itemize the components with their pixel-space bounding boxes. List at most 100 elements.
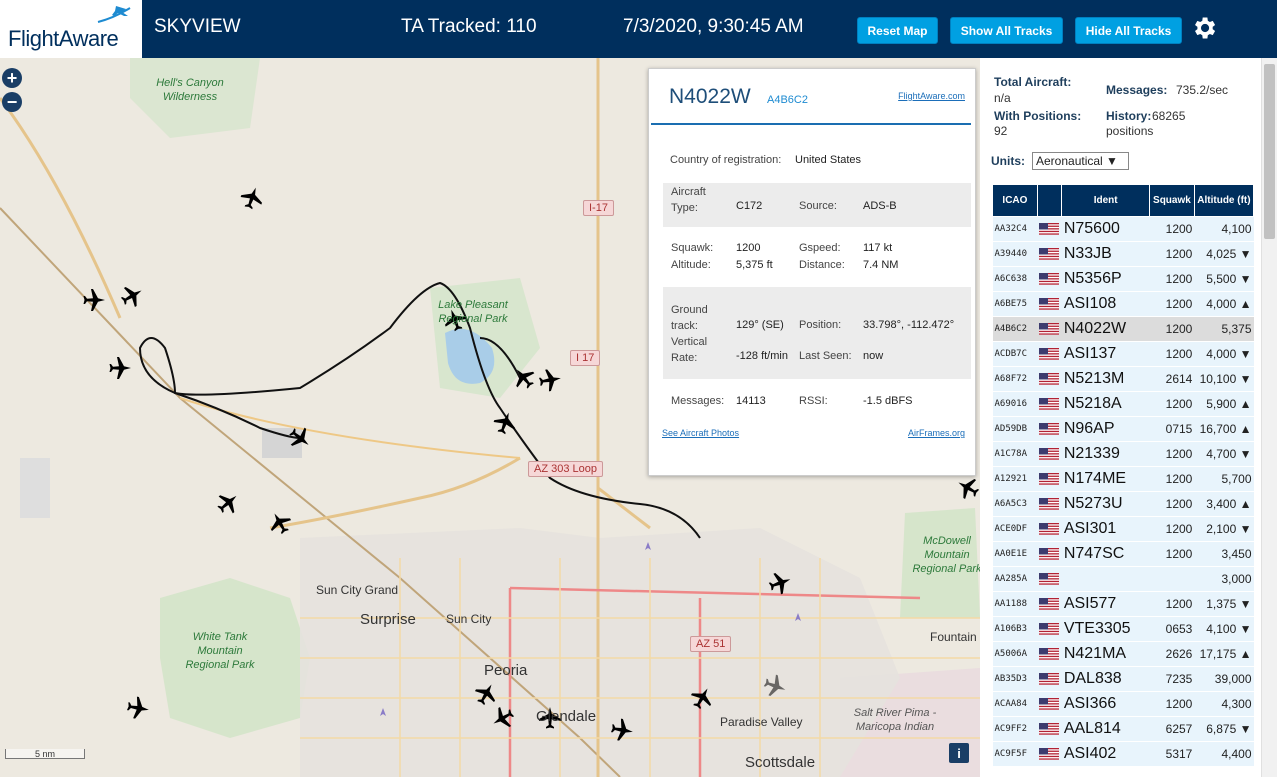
table-row[interactable]: A1C78A N21339 1200 4,700 ▼ [992,441,1254,467]
us-flag-icon [1037,741,1062,767]
aircraft-icon[interactable] [687,682,718,713]
table-row[interactable]: A6C638 N5356P 1200 5,500 ▼ [992,266,1254,292]
info-button[interactable]: i [949,743,969,763]
cell-icao: A6A5C3 [992,491,1038,517]
with-positions-value: 92 [994,124,1008,138]
aircraft-icon[interactable] [471,678,502,709]
flightaware-link[interactable]: FlightAware.com [898,91,965,101]
us-flag-icon [1037,516,1062,542]
cell-altitude: 4,300 [1194,691,1254,717]
table-row[interactable]: A6BE75 ASI108 1200 4,000 ▲ [992,291,1254,317]
cell-ident: ASI577 [1061,591,1150,617]
aircraft-icon[interactable] [952,472,980,503]
aircraft-photos-link[interactable]: See Aircraft Photos [662,428,739,438]
cell-altitude: 16,700 ▲ [1194,416,1254,442]
table-row[interactable]: AC9FF2 AAL814 6257 6,875 ▼ [992,716,1254,742]
airport-icon [380,708,386,716]
aircraft-icon[interactable] [609,717,635,743]
col-squawk[interactable]: Squawk [1149,184,1195,217]
aircraft-icon[interactable] [766,568,795,597]
ground-aircraft-icon[interactable] [761,672,790,701]
cell-squawk: 1200 [1149,341,1195,367]
history-value: 68265 positions [1106,109,1186,138]
aircraft-icon[interactable] [83,289,106,311]
cell-squawk: 1200 [1149,491,1195,517]
cell-squawk: 2614 [1149,366,1195,392]
cell-altitude: 2,100 ▼ [1194,516,1254,542]
cell-altitude: 4,400 [1194,741,1254,767]
table-row[interactable]: AD59DB N96AP 0715 16,700 ▲ [992,416,1254,442]
popup-hex: A4B6C2 [767,94,808,106]
show-all-tracks-button[interactable]: Show All Tracks [950,17,1063,44]
aircraft-icon[interactable] [212,487,244,519]
cell-squawk: 7235 [1149,666,1195,692]
table-row[interactable]: A68F72 N5213M 2614 10,100 ▼ [992,366,1254,392]
selected-aircraft-icon[interactable] [284,422,316,454]
table-row[interactable]: AA32C4 N75600 1200 4,100 [992,216,1254,242]
cell-icao: ACE0DF [992,516,1038,542]
table-row[interactable]: AA1188 ASI577 1200 1,375 ▼ [992,591,1254,617]
squawk-value: 1200 [736,242,761,254]
us-flag-icon [1037,416,1062,442]
col-flag[interactable] [1036,184,1063,217]
cell-icao: A69016 [992,391,1038,417]
cell-ident: AAL814 [1061,716,1150,742]
zoom-in-button[interactable]: + [2,68,22,88]
cell-altitude: 4,025 ▼ [1194,241,1254,267]
table-row[interactable]: A39440 N33JB 1200 4,025 ▼ [992,241,1254,267]
col-icao[interactable]: ICAO [992,184,1038,217]
place-label: Sun City [446,612,492,626]
col-ident[interactable]: Ident [1061,184,1150,217]
aircraft-icon[interactable] [117,280,148,311]
table-row[interactable]: ACAA84 ASI366 1200 4,300 [992,691,1254,717]
units-select[interactable]: Aeronautical ▼ [1032,152,1129,170]
table-row[interactable]: AA0E1E N747SC 1200 3,450 [992,541,1254,567]
table-row[interactable]: ACE0DF ASI301 1200 2,100 ▼ [992,516,1254,542]
aircraft-icon[interactable] [491,408,520,437]
table-row[interactable]: A12921 N174ME 1200 5,700 [992,466,1254,492]
scrollbar-thumb[interactable] [1264,64,1275,239]
altitude-label: Altitude: [671,259,711,271]
table-row[interactable]: A4B6C2 N4022W 1200 5,375 [992,316,1254,342]
us-flag-icon [1037,341,1062,367]
table-row[interactable]: A5006A N421MA 2626 17,175 ▲ [992,641,1254,667]
place-label: Glendale [536,708,597,725]
zoom-out-button[interactable]: − [2,92,22,112]
table-row[interactable]: A69016 N5218A 1200 5,900 ▲ [992,391,1254,417]
cell-icao: ACDB7C [992,341,1038,367]
units-label: Units: [991,154,1025,168]
cell-icao: AA32C4 [992,216,1038,242]
airframes-link[interactable]: AirFrames.org [908,428,965,438]
logo[interactable]: FlightAware [0,0,142,58]
aircraft-icon[interactable] [109,357,132,379]
table-row[interactable]: AC9F5F ASI402 5317 4,400 [992,741,1254,767]
us-flag-icon [1037,291,1062,317]
scrollbar[interactable] [1261,58,1277,777]
table-row[interactable]: A106B3 VTE3305 0653 4,100 ▼ [992,616,1254,642]
aircraft-icon[interactable] [264,507,295,538]
aircraft-icon[interactable] [125,695,151,721]
gear-icon[interactable] [1190,14,1218,42]
cell-icao: AC9F5F [992,741,1038,767]
header-bar: FlightAware SKYVIEW TA Tracked: 110 7/3/… [0,0,1277,58]
datetime: 7/3/2020, 9:30:45 AM [623,16,804,37]
rssi-value: -1.5 dBFS [863,395,913,407]
table-row[interactable]: AA285A 3,000 [992,566,1254,592]
col-altitude[interactable]: Altitude (ft) [1193,184,1255,217]
cell-altitude: 5,375 [1194,316,1254,342]
aircraft-icon[interactable] [487,703,518,734]
table-row[interactable]: ACDB7C ASI137 1200 4,000 ▼ [992,341,1254,367]
cell-ident [1061,566,1150,592]
cell-altitude: 39,000 [1194,666,1254,692]
aircraft-icon[interactable] [537,367,563,393]
table-row[interactable]: A6A5C3 N5273U 1200 3,400 ▲ [992,491,1254,517]
aircraft-icon[interactable] [508,362,540,394]
position-label: Position: [799,319,842,331]
aircraft-icon[interactable] [238,183,267,212]
cell-icao: AB35D3 [992,666,1038,692]
reset-map-button[interactable]: Reset Map [857,17,938,44]
place-label: Fountain [930,630,977,644]
cell-altitude: 4,100 [1194,216,1254,242]
hide-all-tracks-button[interactable]: Hide All Tracks [1075,17,1182,44]
table-row[interactable]: AB35D3 DAL838 7235 39,000 [992,666,1254,692]
